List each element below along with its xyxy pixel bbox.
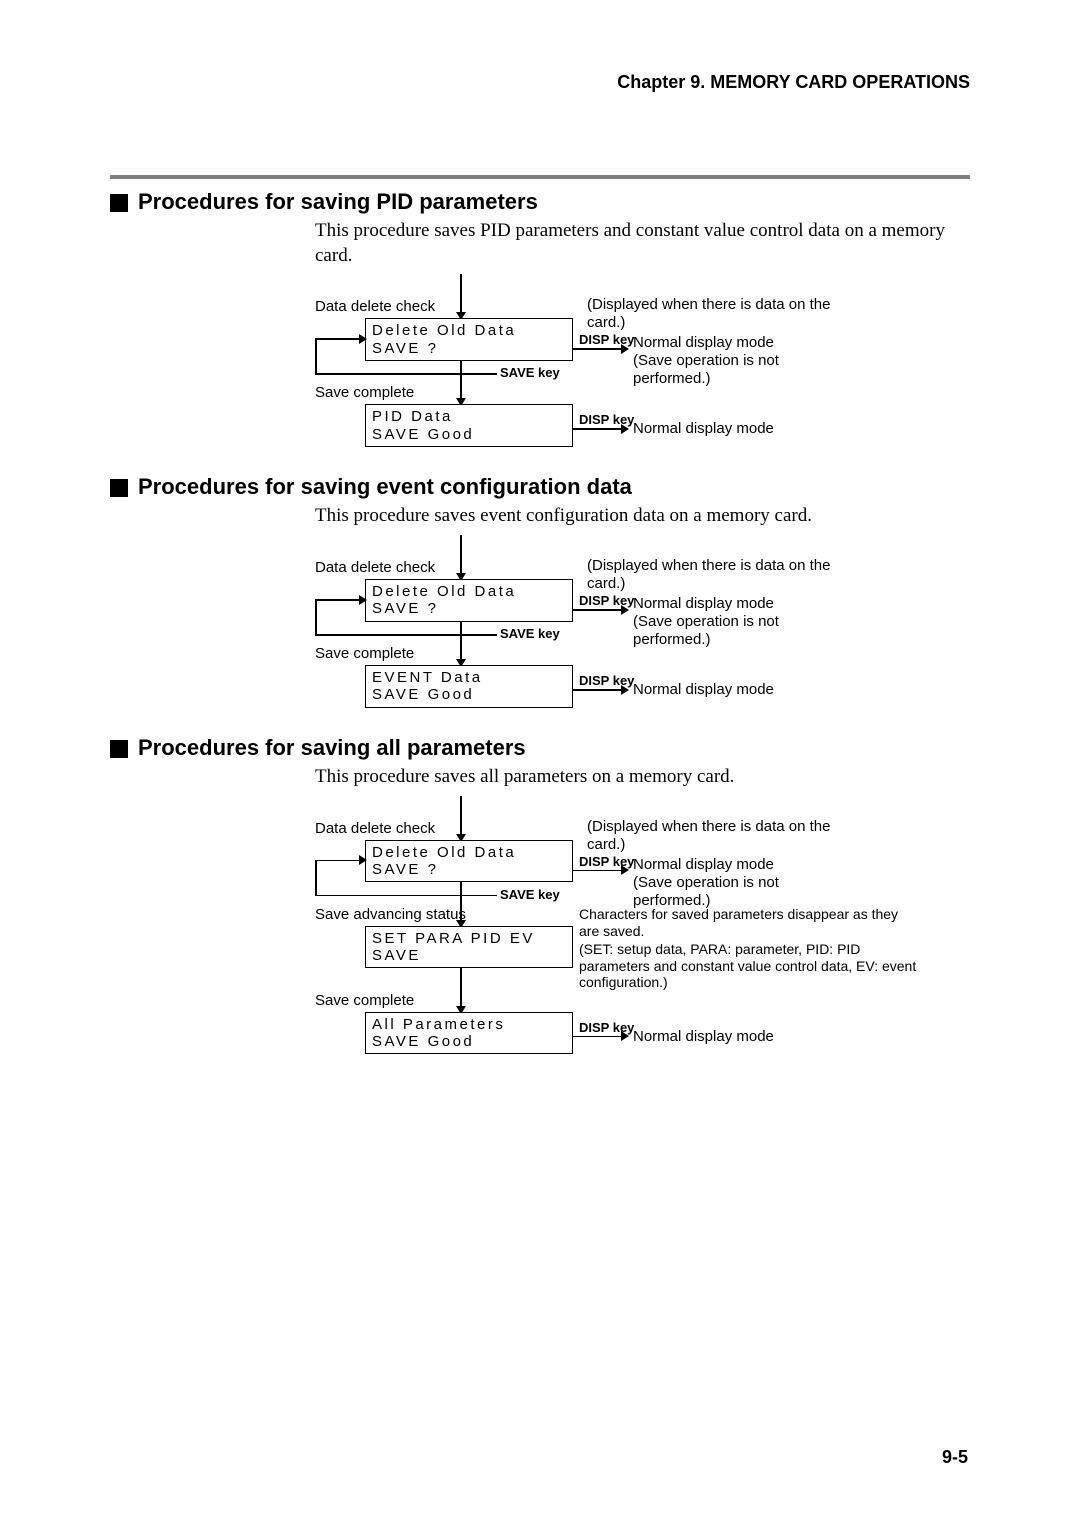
section-intro: This procedure saves event configuration…	[315, 504, 970, 529]
section-intro: This procedure saves PID parameters and …	[315, 219, 970, 268]
arrow-right-icon	[621, 685, 629, 695]
screen-line: SAVE Good	[372, 1033, 566, 1050]
screen-line: All Parameters	[372, 1016, 566, 1033]
label-normal-mode: Normal display mode	[633, 595, 843, 613]
label-normal-mode: Normal display mode	[633, 334, 843, 352]
arrow-right-icon	[621, 865, 629, 875]
section-heading: Procedures for saving PID parameters	[110, 189, 970, 215]
flow-line	[573, 689, 623, 691]
arrow-right-icon	[359, 595, 367, 605]
top-rule	[110, 175, 970, 179]
flow-line	[315, 599, 317, 635]
square-bullet-icon	[110, 194, 128, 212]
label-displayed-when: (Displayed when there is data on the car…	[587, 557, 867, 593]
flow-line	[573, 870, 623, 872]
page-number: 9-5	[942, 1447, 968, 1468]
screen-line: SAVE	[372, 947, 566, 964]
flow-line	[573, 1036, 623, 1038]
flow-line	[315, 895, 497, 897]
label-data-delete-check: Data delete check	[315, 820, 435, 838]
flow-diagram-all: Data delete check Delete Old Data SAVE ?…	[315, 796, 970, 1068]
screen-line: PID Data	[372, 408, 566, 425]
arrow-right-icon	[621, 605, 629, 615]
label-save-key: SAVE key	[500, 887, 560, 902]
section-heading: Procedures for saving event configuratio…	[110, 474, 970, 500]
flow-line	[460, 621, 462, 661]
flow-line	[315, 860, 317, 896]
flow-line	[315, 634, 497, 636]
screen-line: SAVE Good	[372, 426, 566, 443]
square-bullet-icon	[110, 740, 128, 758]
section-title: Procedures for saving event configuratio…	[138, 474, 632, 500]
screen-line: Delete Old Data	[372, 583, 566, 600]
square-bullet-icon	[110, 479, 128, 497]
section-title: Procedures for saving all parameters	[138, 735, 526, 761]
label-chars-note: Characters for saved parameters disappea…	[579, 906, 919, 940]
flow-line	[460, 274, 462, 314]
section-event: Procedures for saving event configuratio…	[110, 474, 970, 715]
arrow-right-icon	[359, 334, 367, 344]
flow-line	[573, 609, 623, 611]
label-normal-mode: Normal display mode	[633, 1028, 774, 1046]
label-chars-note2: (SET: setup data, PARA: parameter, PID: …	[579, 941, 919, 991]
label-displayed-when: (Displayed when there is data on the car…	[587, 818, 867, 854]
section-heading: Procedures for saving all parameters	[110, 735, 970, 761]
arrow-right-icon	[621, 344, 629, 354]
label-displayed-when: (Displayed when there is data on the car…	[587, 296, 867, 332]
section-pid: Procedures for saving PID parameters Thi…	[110, 189, 970, 454]
screen-line: SAVE ?	[372, 861, 566, 878]
flow-line	[315, 338, 317, 374]
label-save-not-performed: (Save operation is not performed.)	[633, 613, 843, 649]
flow-line	[460, 535, 462, 575]
flow-line	[573, 428, 623, 430]
label-save-complete: Save complete	[315, 384, 414, 402]
flow-line	[315, 373, 497, 375]
label-normal-mode: Normal display mode	[633, 420, 774, 438]
screen-line: Delete Old Data	[372, 844, 566, 861]
flow-diagram-event: Data delete check Delete Old Data SAVE ?…	[315, 535, 970, 715]
label-save-complete: Save complete	[315, 645, 414, 663]
label-save-complete: Save complete	[315, 992, 414, 1010]
label-normal-mode: Normal display mode	[633, 681, 774, 699]
label-save-key: SAVE key	[500, 365, 560, 380]
screen-box-delete-old: Delete Old Data SAVE ?	[365, 318, 573, 361]
screen-box-result: PID Data SAVE Good	[365, 404, 573, 447]
screen-line: Delete Old Data	[372, 322, 566, 339]
screen-box-result: EVENT Data SAVE Good	[365, 665, 573, 708]
arrow-right-icon	[621, 1031, 629, 1041]
flow-line	[315, 860, 365, 862]
flow-line	[315, 599, 365, 601]
flow-line	[460, 796, 462, 836]
screen-line: SAVE ?	[372, 600, 566, 617]
flow-diagram-pid: Data delete check Delete Old Data SAVE ?…	[315, 274, 970, 454]
chapter-header: Chapter 9. MEMORY CARD OPERATIONS	[110, 72, 970, 93]
screen-line: SAVE ?	[372, 340, 566, 357]
arrow-right-icon	[621, 424, 629, 434]
screen-box-delete-old: Delete Old Data SAVE ?	[365, 579, 573, 622]
flow-line	[315, 338, 365, 340]
label-data-delete-check: Data delete check	[315, 298, 435, 316]
page: Chapter 9. MEMORY CARD OPERATIONS Proced…	[0, 0, 1080, 1528]
flow-line	[573, 348, 623, 350]
screen-line: EVENT Data	[372, 669, 566, 686]
flow-line	[460, 968, 462, 1008]
section-all: Procedures for saving all parameters Thi…	[110, 735, 970, 1068]
label-save-advancing: Save advancing status	[315, 906, 466, 924]
section-intro: This procedure saves all parameters on a…	[315, 765, 970, 790]
screen-line: SAVE Good	[372, 686, 566, 703]
arrow-right-icon	[359, 855, 367, 865]
label-normal-mode: Normal display mode	[633, 856, 843, 874]
section-title: Procedures for saving PID parameters	[138, 189, 538, 215]
label-save-key: SAVE key	[500, 626, 560, 641]
screen-box-delete-old: Delete Old Data SAVE ?	[365, 840, 573, 883]
label-save-not-performed: (Save operation is not performed.)	[633, 874, 843, 910]
screen-box-advancing: SET PARA PID EV SAVE	[365, 926, 573, 969]
screen-line: SET PARA PID EV	[372, 930, 566, 947]
label-save-not-performed: (Save operation is not performed.)	[633, 352, 843, 388]
label-data-delete-check: Data delete check	[315, 559, 435, 577]
flow-line	[460, 360, 462, 400]
screen-box-result: All Parameters SAVE Good	[365, 1012, 573, 1055]
